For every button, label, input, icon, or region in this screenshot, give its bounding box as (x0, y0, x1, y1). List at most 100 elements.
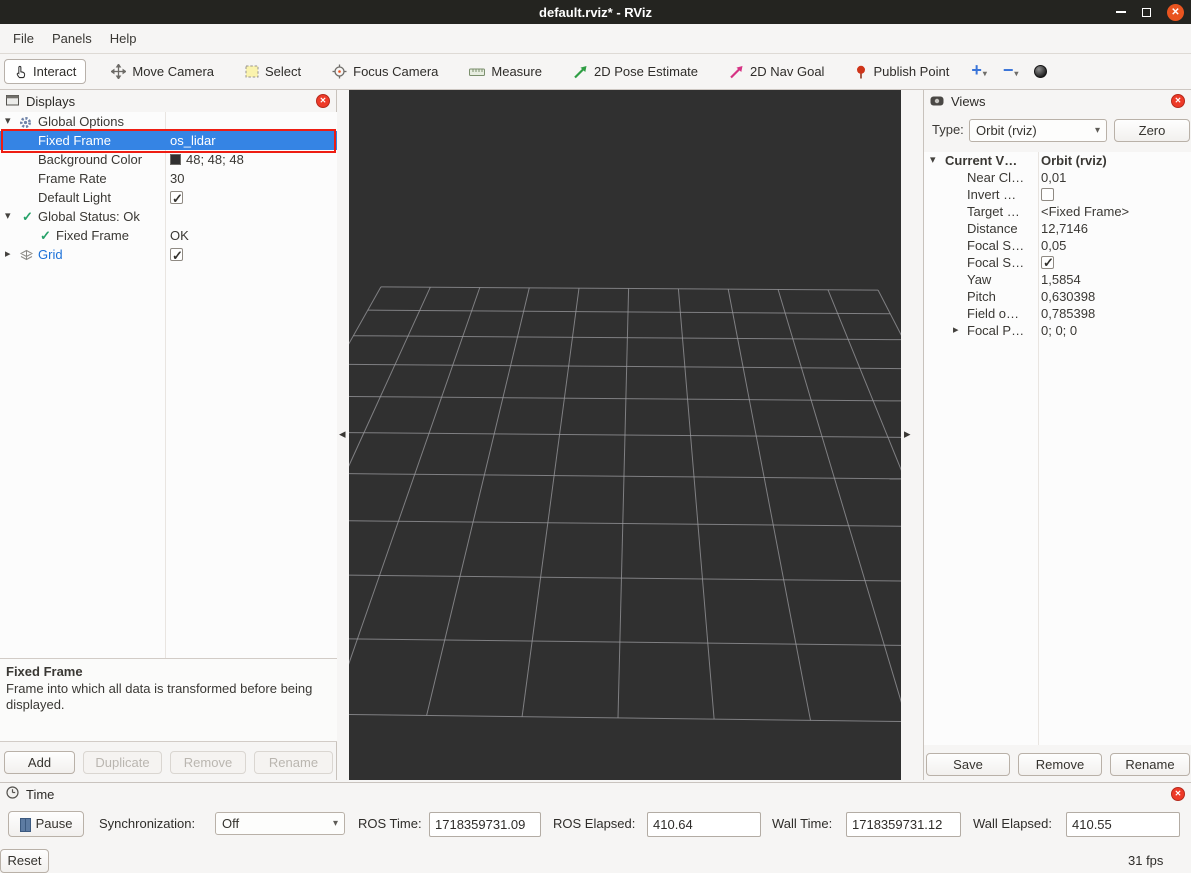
tree-value[interactable]: 0,630398 (1041, 288, 1095, 305)
tree-row-focal-point[interactable]: Focal P… 0; 0; 0 (924, 322, 1191, 339)
fixed-frame-value[interactable]: os_lidar (170, 131, 216, 150)
tree-row-yaw[interactable]: Yaw 1,5854 (924, 271, 1191, 288)
tree-row-field-of-view[interactable]: Field o… 0,785398 (924, 305, 1191, 322)
tree-row-focal-shape-size[interactable]: Focal S… 0,05 (924, 237, 1191, 254)
focal-shape-checkbox[interactable] (1041, 256, 1054, 269)
duplicate-button[interactable]: Duplicate (83, 751, 162, 774)
tree-row-fixed-frame[interactable]: Fixed Frame os_lidar (0, 131, 337, 150)
reset-button[interactable]: Reset (0, 849, 49, 873)
tree-label: Focal S… (967, 254, 1024, 271)
tree-row-grid[interactable]: Grid (0, 245, 337, 264)
invert-z-checkbox[interactable] (1041, 188, 1054, 201)
grid-enabled-checkbox[interactable] (170, 248, 183, 261)
tree-row-target-frame[interactable]: Target … <Fixed Frame> (924, 203, 1191, 220)
tool-select[interactable]: Select (236, 60, 310, 83)
add-tool-button[interactable]: + (971, 62, 987, 82)
sync-dropdown[interactable]: Off (215, 812, 345, 835)
tree-label: Fixed Frame (56, 226, 129, 245)
add-button[interactable]: Add (4, 751, 75, 774)
tree-row-background-color[interactable]: Background Color 48; 48; 48 (0, 150, 337, 169)
frame-rate-value[interactable]: 30 (170, 169, 184, 188)
tool-label: Select (265, 64, 301, 79)
menu-panels[interactable]: Panels (43, 28, 101, 49)
remove-tool-button[interactable]: − (1003, 62, 1019, 82)
tool-2d-nav-goal[interactable]: 2D Nav Goal (720, 60, 833, 83)
tree-value[interactable]: 0; 0; 0 (1041, 322, 1077, 339)
zero-button[interactable]: Zero (1114, 119, 1190, 142)
wall-elapsed-field[interactable]: 410.55 (1066, 812, 1180, 837)
remove-button[interactable]: Remove (170, 751, 246, 774)
wall-time-field[interactable]: 1718359731.12 (846, 812, 961, 837)
tree-value[interactable]: 1,5854 (1041, 271, 1081, 288)
color-swatch[interactable] (170, 154, 181, 165)
tree-row-invert-z[interactable]: Invert … (924, 186, 1191, 203)
description-body: Frame into which all data is transformed… (6, 681, 331, 713)
tree-row-distance[interactable]: Distance 12,7146 (924, 220, 1191, 237)
save-button[interactable]: Save (926, 753, 1010, 776)
rename-button[interactable]: Rename (254, 751, 333, 774)
sphere-icon[interactable] (1034, 65, 1047, 78)
sync-label: Synchronization: (99, 809, 195, 839)
maximize-button[interactable] (1142, 8, 1151, 17)
menu-help[interactable]: Help (101, 28, 146, 49)
minimize-button[interactable] (1116, 11, 1126, 13)
tree-value[interactable]: 0,785398 (1041, 305, 1095, 322)
pause-button[interactable]: Pause (8, 811, 84, 837)
status-value: OK (170, 226, 189, 245)
render-view[interactable] (349, 90, 901, 780)
tree-row-global-status[interactable]: Global Status: Ok (0, 207, 337, 226)
view-type-dropdown[interactable]: Orbit (rviz) (969, 119, 1107, 142)
toolbar: Interact Move Camera Select Focus Camera… (0, 54, 1191, 90)
tree-row-fixed-frame-status[interactable]: Fixed Frame OK (0, 226, 337, 245)
tool-publish-point[interactable]: Publish Point (846, 60, 958, 83)
chevron-down-icon[interactable] (5, 207, 17, 226)
chevron-down-icon[interactable] (930, 152, 942, 169)
tree-row-global-options[interactable]: Global Options (0, 112, 337, 131)
collapse-right-icon[interactable]: ▸ (904, 427, 911, 440)
tree-label: Pitch (967, 288, 996, 305)
tree-row-pitch[interactable]: Pitch 0,630398 (924, 288, 1191, 305)
tool-interact[interactable]: Interact (4, 59, 86, 84)
tool-label: Move Camera (132, 64, 214, 79)
tree-value[interactable]: 0,01 (1041, 169, 1066, 186)
default-light-checkbox[interactable] (170, 191, 183, 204)
time-panel: Time ✕ Pause Synchronization: Off ROS Ti… (0, 782, 1191, 873)
tool-measure[interactable]: Measure (460, 60, 551, 83)
rename-button[interactable]: Rename (1110, 753, 1190, 776)
tree-value[interactable]: 0,05 (1041, 237, 1066, 254)
tool-move-camera[interactable]: Move Camera (102, 60, 223, 83)
collapse-left-icon[interactable]: ◂ (339, 427, 346, 440)
tree-label: Target … (967, 203, 1020, 220)
close-panel-icon[interactable]: ✕ (1171, 94, 1185, 108)
tree-value[interactable]: 12,7146 (1041, 220, 1088, 237)
tree-row-focal-shape-fixed[interactable]: Focal S… (924, 254, 1191, 271)
views-tree: Current V… Orbit (rviz) Near Cl… 0,01 In… (924, 152, 1191, 745)
tree-value[interactable]: <Fixed Frame> (1041, 203, 1129, 220)
ros-elapsed-field[interactable]: 410.64 (647, 812, 761, 837)
background-color-value[interactable]: 48; 48; 48 (186, 150, 244, 169)
tool-focus-camera[interactable]: Focus Camera (323, 60, 447, 83)
tree-row-near-clip[interactable]: Near Cl… 0,01 (924, 169, 1191, 186)
displays-panel-icon (6, 94, 19, 109)
chevron-down-icon[interactable] (5, 112, 17, 131)
chevron-right-icon[interactable] (5, 245, 17, 264)
close-panel-icon[interactable]: ✕ (316, 94, 330, 108)
tree-row-frame-rate[interactable]: Frame Rate 30 (0, 169, 337, 188)
tool-2d-pose-estimate[interactable]: 2D Pose Estimate (564, 60, 707, 83)
chevron-right-icon[interactable] (953, 322, 965, 339)
menu-file[interactable]: File (4, 28, 43, 49)
remove-button[interactable]: Remove (1018, 753, 1102, 776)
ros-time-field[interactable]: 1718359731.09 (429, 812, 541, 837)
property-description: Fixed Frame Frame into which all data is… (0, 658, 337, 742)
time-panel-header: Time ✕ (0, 783, 1191, 805)
tree-row-default-light[interactable]: Default Light (0, 188, 337, 207)
time-controls-row: Pause Synchronization: Off ROS Time: 171… (0, 809, 1191, 839)
tree-row-current-view[interactable]: Current V… Orbit (rviz) (924, 152, 1191, 169)
tool-label: Interact (33, 64, 76, 79)
views-panel-title: Views (951, 94, 985, 109)
close-panel-icon[interactable]: ✕ (1171, 787, 1185, 801)
point-pin-icon (855, 65, 867, 79)
tool-label: 2D Nav Goal (750, 64, 824, 79)
tree-label: Global Status: Ok (38, 207, 140, 226)
close-button[interactable]: ✕ (1167, 4, 1184, 21)
